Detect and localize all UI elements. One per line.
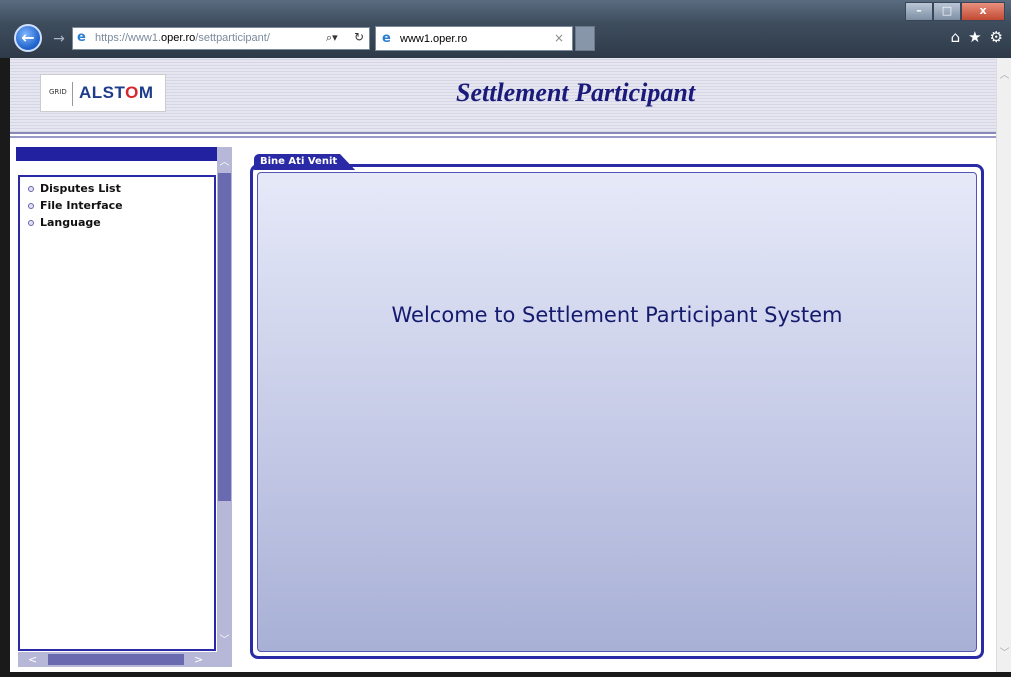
forward-button[interactable]: → [50,30,68,48]
ie-icon: e [382,31,391,46]
menu-item-label: File Interface [40,199,123,212]
logo-name: ALSTOM [79,83,154,102]
chevron-left-icon[interactable]: < [28,653,37,666]
search-icon[interactable]: ⌕▾ [326,31,338,45]
close-tab-icon[interactable]: × [554,31,564,45]
logo-grid-text: GRID [49,88,67,96]
settings-icon[interactable]: ⚙ [990,28,1003,46]
browser-chrome: – □ x ← → e https://www1.oper.ro/settpar… [0,0,1011,58]
tab-title: www1.oper.ro [400,33,468,45]
menu-item-disputes-list[interactable]: Disputes List [28,180,123,197]
welcome-message: Welcome to Settlement Participant System [391,303,843,327]
minimize-button[interactable]: – [905,2,933,21]
window-controls: – □ x [905,2,1005,21]
page-title: Settlement Participant [456,78,696,107]
sidebar-menu-box [18,175,216,651]
page-vertical-scrollbar[interactable]: ︿ ﹀ [996,58,1011,672]
page-header: GRID ALSTOM Settlement Participant [10,58,996,134]
chevron-right-icon[interactable]: > [194,653,203,666]
sidebar-menu: Disputes List File Interface Language [28,180,123,231]
arrow-left-icon: ← [21,28,35,47]
sidebar-horizontal-scrollbar[interactable]: < > [18,652,232,667]
sidebar-header [16,147,217,161]
menu-item-label: Language [40,216,101,229]
page-content: GRID ALSTOM Settlement Participant Dispu… [10,58,996,672]
window-border-left [0,58,10,677]
toolbar-icons: ⌂ ★ ⚙ [951,28,1003,46]
ie-icon: e [77,30,86,45]
alstom-logo: GRID ALSTOM [40,74,166,112]
bullet-icon [28,202,34,209]
chevron-up-icon[interactable]: ︿ [999,66,1010,81]
bullet-icon [28,185,34,192]
back-button[interactable]: ← [14,24,42,52]
tab-bine-ati-venit[interactable]: Bine Ati Venit [254,154,356,170]
maximize-button[interactable]: □ [933,2,961,21]
header-divider [10,136,996,138]
bullet-icon [28,219,34,226]
menu-item-label: Disputes List [40,182,121,195]
window-border-bottom [0,672,1011,677]
chevron-down-icon[interactable]: ﹀ [217,631,232,646]
scrollbar-thumb[interactable] [218,173,231,501]
home-icon[interactable]: ⌂ [951,28,961,46]
logo-separator [72,82,73,106]
address-bar[interactable]: e https://www1.oper.ro/settparticipant/ … [72,27,370,50]
browser-tab[interactable]: e www1.oper.ro × [375,26,573,51]
refresh-icon[interactable]: ↻ [354,30,364,44]
arrow-right-icon: → [53,31,65,47]
welcome-panel: Welcome to Settlement Participant System [250,164,984,659]
menu-item-file-interface[interactable]: File Interface [28,197,123,214]
url-text: https://www1.oper.ro/settparticipant/ [95,32,270,44]
favorites-icon[interactable]: ★ [968,28,981,46]
new-tab-button[interactable] [575,26,595,51]
close-window-button[interactable]: x [961,2,1005,21]
welcome-panel-body: Welcome to Settlement Participant System [257,172,977,652]
scrollbar-thumb[interactable] [48,654,184,665]
sidebar-vertical-scrollbar[interactable]: ︿ ﹀ [217,147,232,652]
chevron-down-icon[interactable]: ﹀ [999,644,1010,659]
chevron-up-icon[interactable]: ︿ [217,153,232,168]
menu-item-language[interactable]: Language [28,214,123,231]
